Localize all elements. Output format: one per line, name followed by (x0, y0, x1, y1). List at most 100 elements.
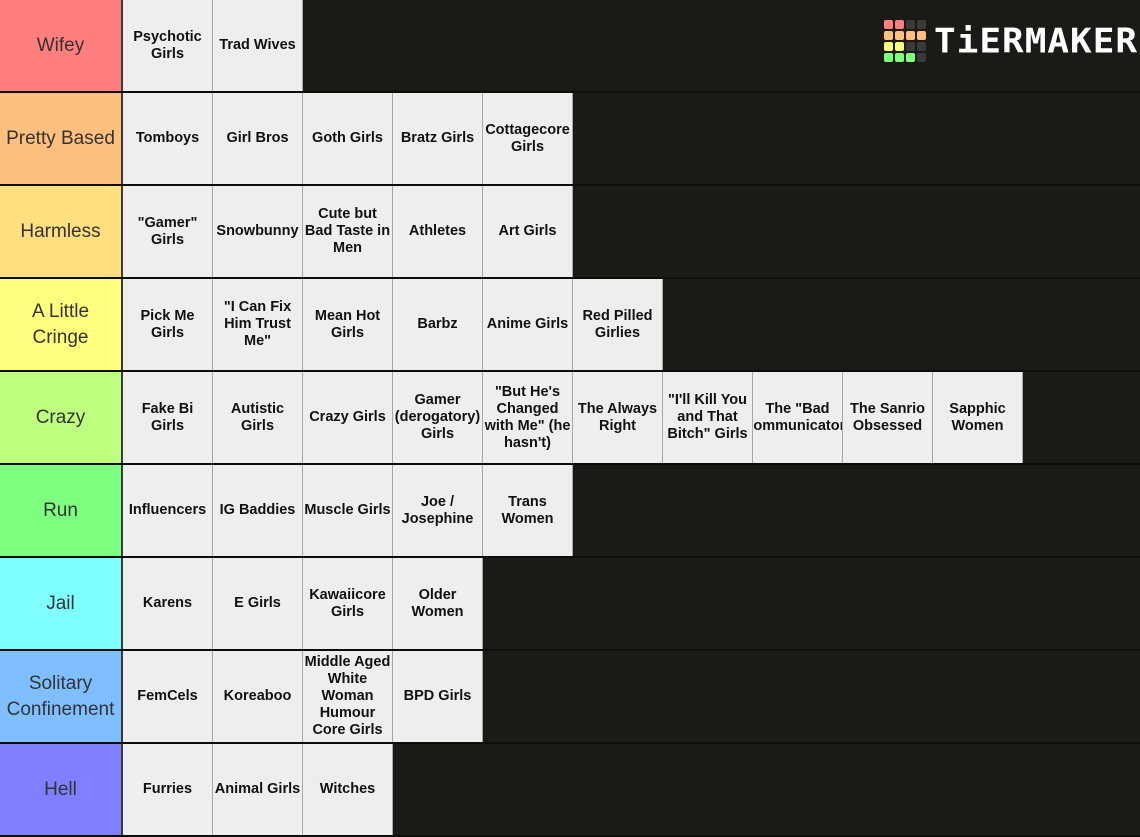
logo-grid-square (906, 42, 915, 51)
tier-items-dropzone[interactable]: Fake Bi Girls Autistic Girls Crazy Girls Ga… (123, 372, 1140, 463)
tier-item-card[interactable]: Older Women (393, 558, 483, 649)
tier-row: Run Influencers IG Baddies Muscle Girls Joe … (0, 465, 1140, 558)
tier-label[interactable]: Wifey (0, 0, 123, 91)
tier-item-card[interactable]: Trans Women (483, 465, 573, 556)
tier-item-card[interactable]: Animal Girls (213, 744, 303, 835)
tier-item-card[interactable]: Influencers (123, 465, 213, 556)
tier-item-card[interactable]: Joe / Josephine (393, 465, 483, 556)
tier-item-card[interactable]: Muscle Girls (303, 465, 393, 556)
tier-item-text: Trans Women (501, 493, 554, 527)
tier-item-card[interactable]: "But He's Changed with Me" (he hasn't) (483, 372, 573, 463)
logo-grid-square (884, 20, 893, 29)
tier-item-text: IG Baddies (219, 502, 296, 518)
tier-item-card[interactable]: Witches (303, 744, 393, 835)
tier-item-text: Psychotic Girls (133, 28, 202, 62)
tier-item-text: "Gamer" Girls (137, 214, 198, 248)
logo-grid-square (895, 20, 904, 29)
tier-item-card[interactable]: Karens (123, 558, 213, 649)
tier-item-card[interactable]: The Sanrio Obsessed (843, 372, 933, 463)
tier-list: Wifey Psychotic Girls Trad Wives Pretty Bas… (0, 0, 1140, 837)
tier-item-text: Kawaiicore Girls (309, 586, 386, 620)
tier-item-card[interactable]: Mean Hot Girls (303, 279, 393, 370)
tier-item-card[interactable]: "I Can Fix Him Trust Me" (213, 279, 303, 370)
logo-grid-icon (884, 20, 926, 62)
tier-label[interactable]: A Little Cringe (0, 279, 123, 370)
tier-item-card[interactable]: Tomboys (123, 93, 213, 184)
tier-item-card[interactable]: FemCels (123, 651, 213, 742)
tier-item-text: "But He's Changed with Me" (he hasn't) (484, 383, 571, 451)
logo-grid-square (884, 42, 893, 51)
tier-item-card[interactable]: "Gamer" Girls (123, 186, 213, 277)
tier-items-dropzone[interactable]: FemCels Koreaboo Middle Aged White Woman H… (123, 651, 1140, 742)
tier-item-card[interactable]: Anime Girls (483, 279, 573, 370)
tier-item-card[interactable]: Middle Aged White Woman Humour Core Girl… (303, 651, 393, 742)
tier-item-card[interactable]: Art Girls (483, 186, 573, 277)
tiermaker-logo[interactable]: TiERMAKER (884, 20, 1138, 62)
tier-item-text: Red Pilled Girlies (582, 307, 653, 341)
tier-label[interactable]: Hell (0, 744, 123, 835)
tier-item-text: Influencers (128, 502, 207, 518)
logo-grid-square (895, 53, 904, 62)
tier-item-card[interactable]: Kawaiicore Girls (303, 558, 393, 649)
tier-item-card[interactable]: Barbz (393, 279, 483, 370)
tier-item-card[interactable]: Pick Me Girls (123, 279, 213, 370)
tier-item-card[interactable]: Cute but Bad Taste in Men (303, 186, 393, 277)
tier-item-card[interactable]: Cottagecore Girls (483, 93, 573, 184)
tier-item-text: Gamer (derogatory) Girls (394, 392, 481, 442)
tier-items-dropzone[interactable]: Furries Animal Girls Witches (123, 744, 1140, 835)
tier-item-text: The "Bad Communicator" (753, 400, 842, 434)
tier-item-card[interactable]: Koreaboo (213, 651, 303, 742)
tier-items-dropzone[interactable]: Pick Me Girls "I Can Fix Him Trust Me" Mea… (123, 279, 1140, 370)
tier-label[interactable]: Solitary Confinement (0, 651, 123, 742)
tier-item-card[interactable]: Gamer (derogatory) Girls (393, 372, 483, 463)
tier-row: Jail Karens E Girls Kawaiicore Girls Older W… (0, 558, 1140, 651)
tier-item-card[interactable]: BPD Girls (393, 651, 483, 742)
tier-label[interactable]: Jail (0, 558, 123, 649)
tier-label[interactable]: Run (0, 465, 123, 556)
tier-item-card[interactable]: Goth Girls (303, 93, 393, 184)
tier-item-card[interactable]: Furries (123, 744, 213, 835)
tier-item-card[interactable]: Autistic Girls (213, 372, 303, 463)
tier-item-text: BPD Girls (403, 688, 472, 704)
tier-item-text: Furries (142, 781, 193, 797)
tier-item-card[interactable]: Trad Wives (213, 0, 303, 91)
tier-item-card[interactable]: E Girls (213, 558, 303, 649)
tier-items-dropzone[interactable]: Karens E Girls Kawaiicore Girls Older Women (123, 558, 1140, 649)
tier-item-text: Art Girls (498, 223, 557, 239)
tier-item-text: Autistic Girls (230, 400, 285, 434)
tier-item-card[interactable]: Sapphic Women (933, 372, 1023, 463)
tier-item-card[interactable]: The Always Right (573, 372, 663, 463)
tier-item-card[interactable]: "I'll Kill You and That Bitch" Girls (663, 372, 753, 463)
logo-grid-square (884, 31, 893, 40)
tier-item-card[interactable]: Psychotic Girls (123, 0, 213, 91)
tier-item-text: "I Can Fix Him Trust Me" (223, 299, 292, 349)
tier-item-text: Older Women (411, 586, 464, 620)
tier-item-text: Cottagecore Girls (485, 121, 570, 155)
tier-item-card[interactable]: Red Pilled Girlies (573, 279, 663, 370)
tier-items-dropzone[interactable]: Tomboys Girl Bros Goth Girls Bratz Girls Cot… (123, 93, 1140, 184)
tier-item-text: Mean Hot Girls (314, 307, 381, 341)
tier-item-card[interactable]: IG Baddies (213, 465, 303, 556)
tier-item-card[interactable]: Snowbunny (213, 186, 303, 277)
tier-item-text: "I'll Kill You and That Bitch" Girls (667, 392, 748, 442)
tier-label[interactable]: Crazy (0, 372, 123, 463)
tier-items-dropzone[interactable]: Influencers IG Baddies Muscle Girls Joe / J… (123, 465, 1140, 556)
tier-items-dropzone[interactable]: "Gamer" Girls Snowbunny Cute but Bad Taste… (123, 186, 1140, 277)
tier-item-text: Cute but Bad Taste in Men (304, 206, 391, 256)
tier-label[interactable]: Harmless (0, 186, 123, 277)
logo-grid-square (895, 31, 904, 40)
tier-item-text: Bratz Girls (400, 130, 475, 146)
tier-item-text: The Sanrio Obsessed (850, 400, 925, 434)
tier-row: Pretty Based Tomboys Girl Bros Goth Girls Br… (0, 93, 1140, 186)
tier-item-card[interactable]: Crazy Girls (303, 372, 393, 463)
tier-item-text: Athletes (408, 223, 467, 239)
tier-item-text: Muscle Girls (304, 502, 391, 518)
tier-item-card[interactable]: Bratz Girls (393, 93, 483, 184)
tier-item-text: Snowbunny (216, 223, 299, 239)
tier-item-card[interactable]: Fake Bi Girls (123, 372, 213, 463)
tier-item-card[interactable]: The "Bad Communicator" (753, 372, 843, 463)
tier-item-card[interactable]: Girl Bros (213, 93, 303, 184)
tier-item-card[interactable]: Athletes (393, 186, 483, 277)
logo-grid-square (917, 20, 926, 29)
tier-label[interactable]: Pretty Based (0, 93, 123, 184)
